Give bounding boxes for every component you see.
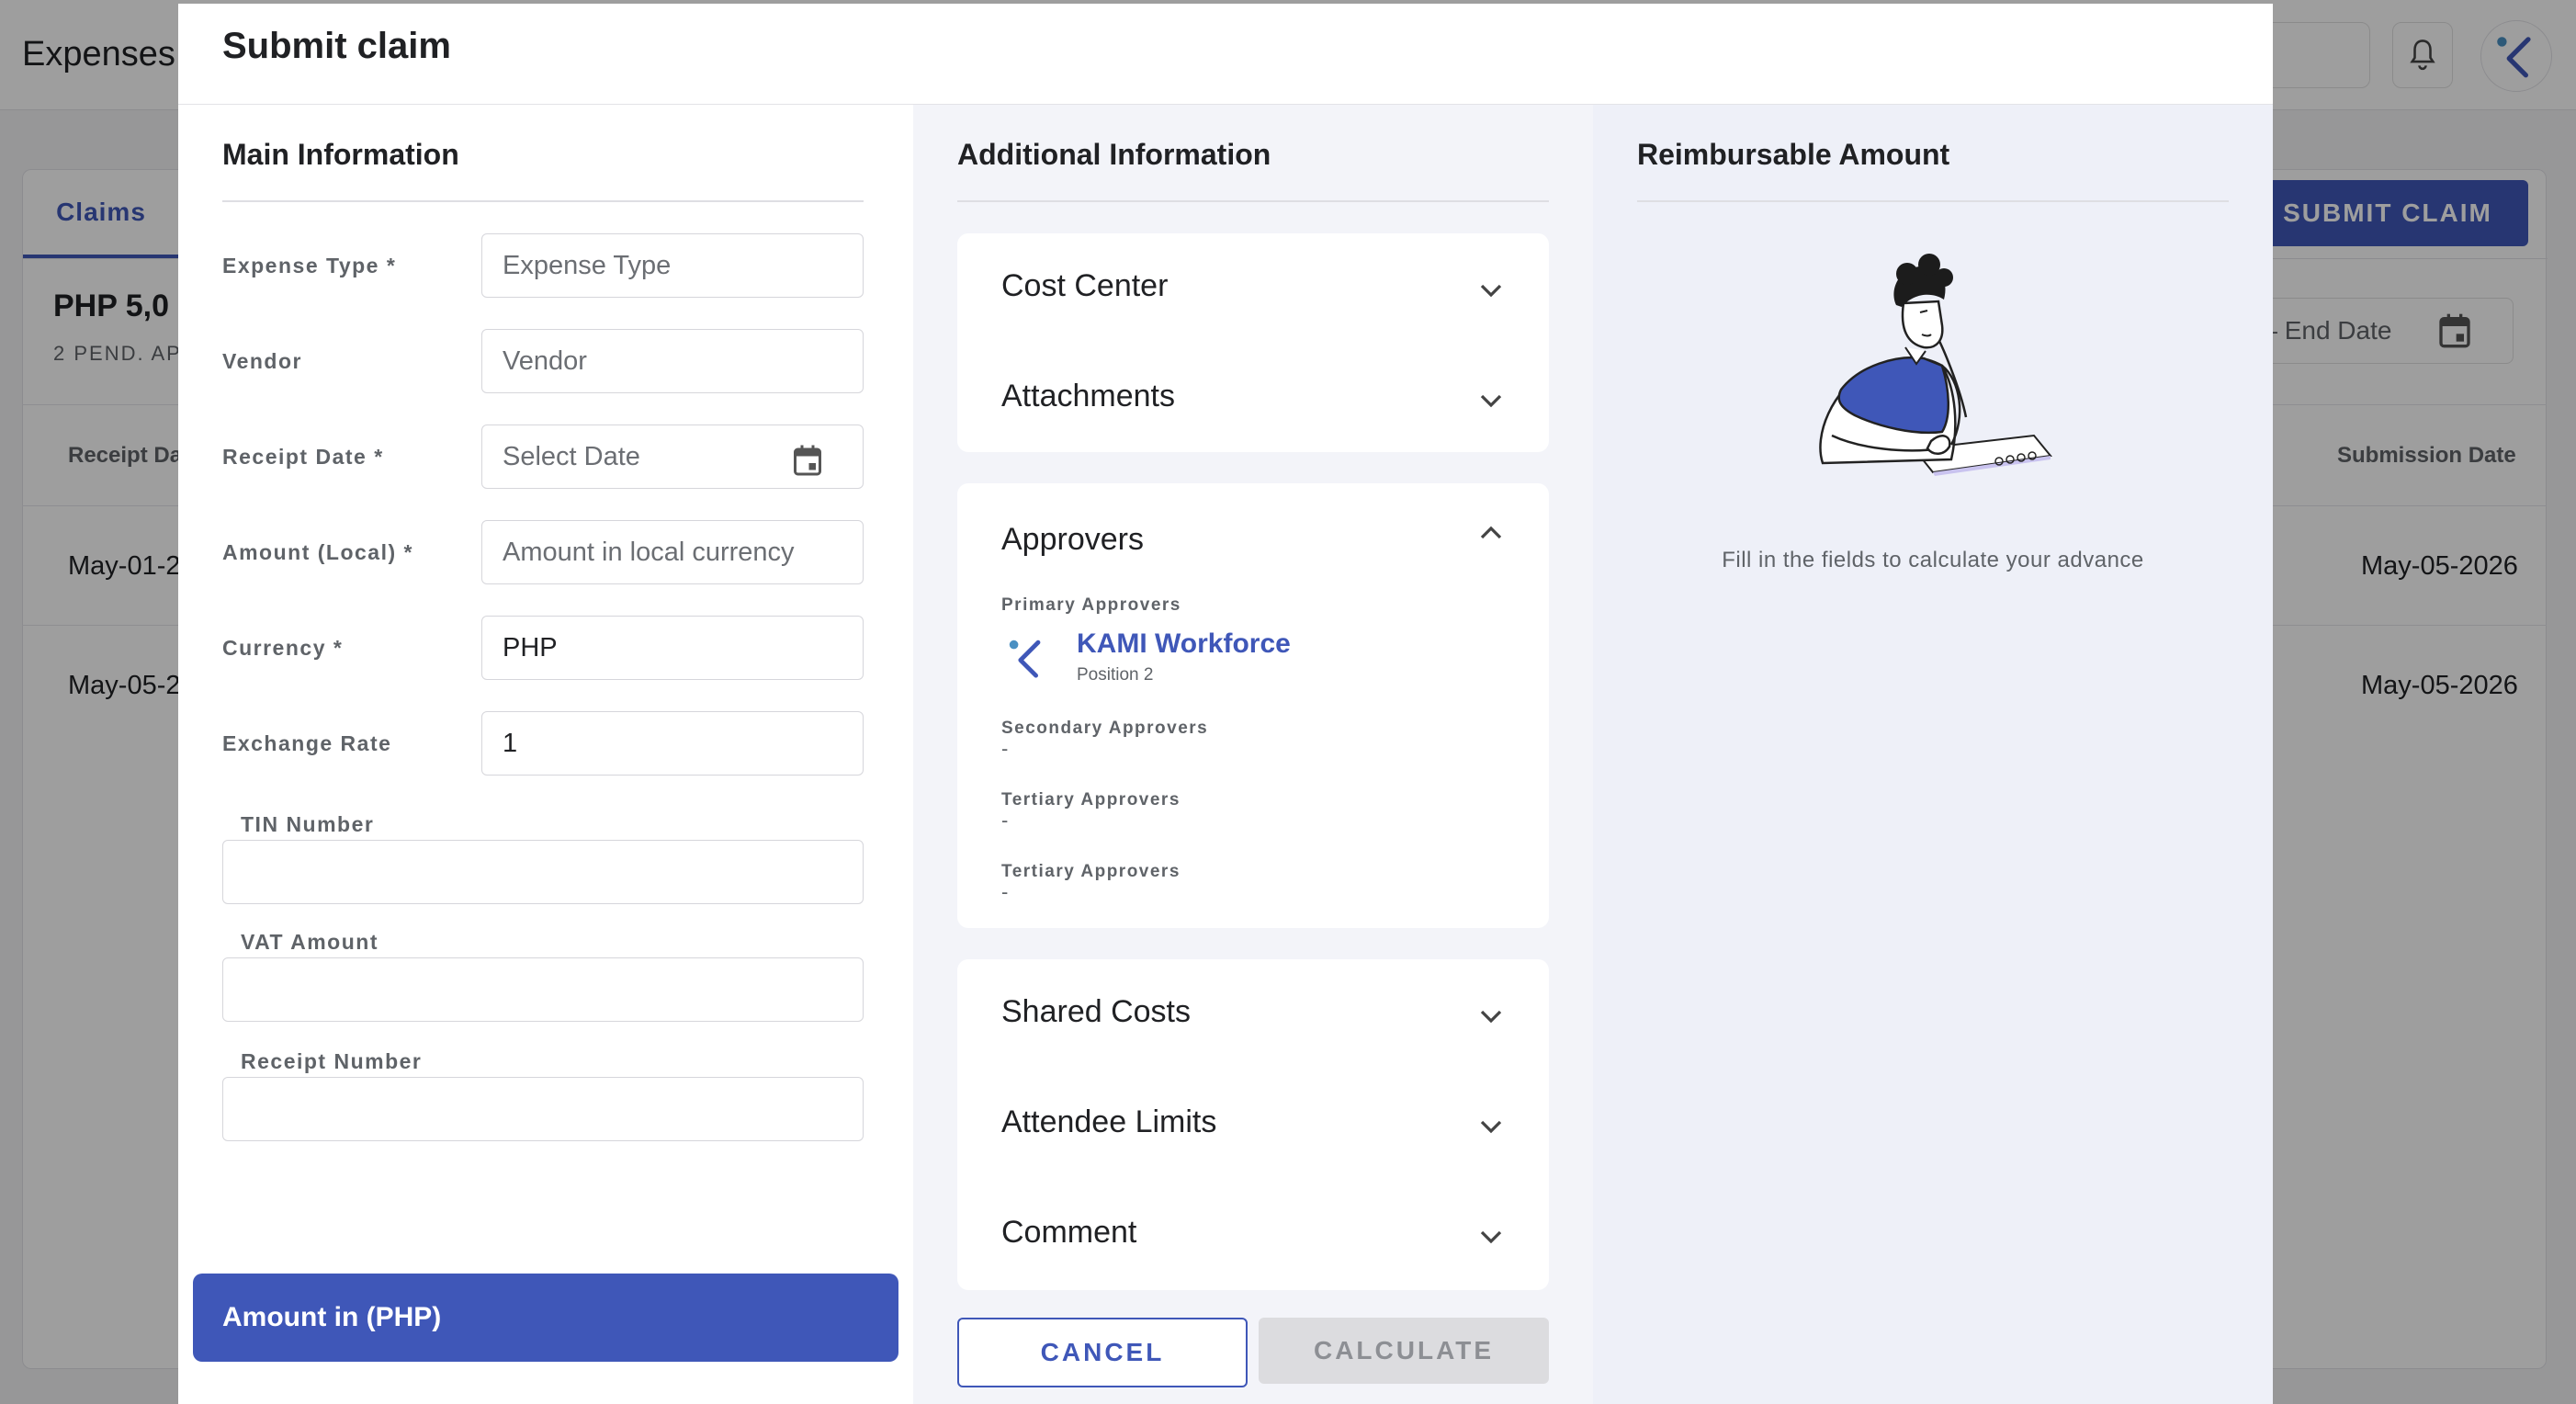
chevron-down-icon[interactable] (1477, 1228, 1505, 1246)
accordion-card: Shared Costs Attendee Limits Comment (957, 959, 1549, 1290)
secondary-approvers-label: Secondary Approvers (1001, 719, 1209, 738)
kami-logo-icon (1009, 640, 1041, 678)
section-divider (957, 200, 1549, 202)
chevron-down-icon[interactable] (1477, 1117, 1505, 1136)
dialog-header: Submit claim (178, 4, 2273, 105)
thinking-person-illustration (1819, 254, 2052, 476)
section-divider (222, 200, 864, 202)
amount-local-label: Amount (Local) * (222, 540, 413, 564)
calculate-button[interactable]: CALCULATE (1259, 1318, 1549, 1384)
calendar-icon[interactable] (791, 442, 824, 479)
tertiary-approvers-value: - (1001, 809, 1009, 832)
tertiary-approvers-label: Tertiary Approvers (1001, 790, 1181, 810)
secondary-approvers-value: - (1001, 737, 1009, 760)
primary-approvers-label: Primary Approvers (1001, 595, 1181, 615)
expense-type-label: Expense Type * (222, 254, 397, 277)
tertiary-approvers-value: - (1001, 880, 1009, 903)
chevron-up-icon[interactable] (1477, 524, 1505, 542)
reimbursable-hint: Fill in the fields to calculate your adv… (1722, 548, 2144, 572)
tin-number-field[interactable] (222, 840, 864, 904)
accordion-cost-center[interactable]: Cost Center (1001, 268, 1168, 304)
expense-type-field[interactable]: Expense Type (481, 233, 864, 298)
accordion-approvers[interactable]: Approvers (1001, 522, 1144, 558)
accordion-attachments[interactable]: Attachments (1001, 379, 1175, 414)
currency-field[interactable]: PHP (481, 616, 864, 680)
reimbursable-amount-panel: Reimbursable Amount Fill in the fields t… (1593, 105, 2273, 1404)
approvers-card: Approvers Primary Approvers KAMI Workfor… (957, 483, 1549, 928)
primary-approver-position: Position 2 (1077, 665, 1154, 685)
main-information-panel: Main Information Expense Type * Expense … (178, 105, 913, 1404)
amount-php-bar: Amount in (PHP) (193, 1274, 898, 1362)
chevron-down-icon[interactable] (1477, 281, 1505, 300)
receipt-date-field[interactable]: Select Date (481, 425, 864, 489)
chevron-down-icon[interactable] (1477, 1007, 1505, 1025)
vat-amount-field[interactable] (222, 957, 864, 1022)
dialog-title: Submit claim (222, 26, 451, 66)
currency-label: Currency * (222, 636, 344, 660)
tin-number-label: TIN Number (241, 812, 375, 836)
vat-amount-label: VAT Amount (241, 930, 378, 954)
additional-information-panel: Additional Information Cost Center Attac… (913, 105, 1593, 1404)
section-title-reimbursable: Reimbursable Amount (1637, 138, 1950, 171)
section-title-additional: Additional Information (957, 138, 1271, 171)
accordion-attendee-limits[interactable]: Attendee Limits (1001, 1104, 1216, 1140)
accordion-comment[interactable]: Comment (1001, 1215, 1136, 1251)
accordion-card: Cost Center Attachments (957, 233, 1549, 452)
submit-claim-dialog: Submit claim Main Information Expense Ty… (178, 4, 2273, 1404)
amount-local-field[interactable]: Amount in local currency (481, 520, 864, 584)
vendor-label: Vendor (222, 349, 302, 373)
receipt-number-label: Receipt Number (241, 1049, 423, 1073)
exchange-rate-label: Exchange Rate (222, 731, 392, 755)
tertiary-approvers-label: Tertiary Approvers (1001, 862, 1181, 881)
section-divider (1637, 200, 2229, 202)
section-title-main: Main Information (222, 138, 459, 171)
chevron-down-icon[interactable] (1477, 391, 1505, 410)
exchange-rate-field[interactable]: 1 (481, 711, 864, 776)
receipt-date-label: Receipt Date * (222, 445, 384, 469)
primary-approver-name[interactable]: KAMI Workforce (1077, 628, 1291, 660)
vendor-field[interactable]: Vendor (481, 329, 864, 393)
receipt-number-field[interactable] (222, 1077, 864, 1141)
accordion-shared-costs[interactable]: Shared Costs (1001, 994, 1191, 1030)
cancel-button[interactable]: CANCEL (957, 1318, 1248, 1387)
